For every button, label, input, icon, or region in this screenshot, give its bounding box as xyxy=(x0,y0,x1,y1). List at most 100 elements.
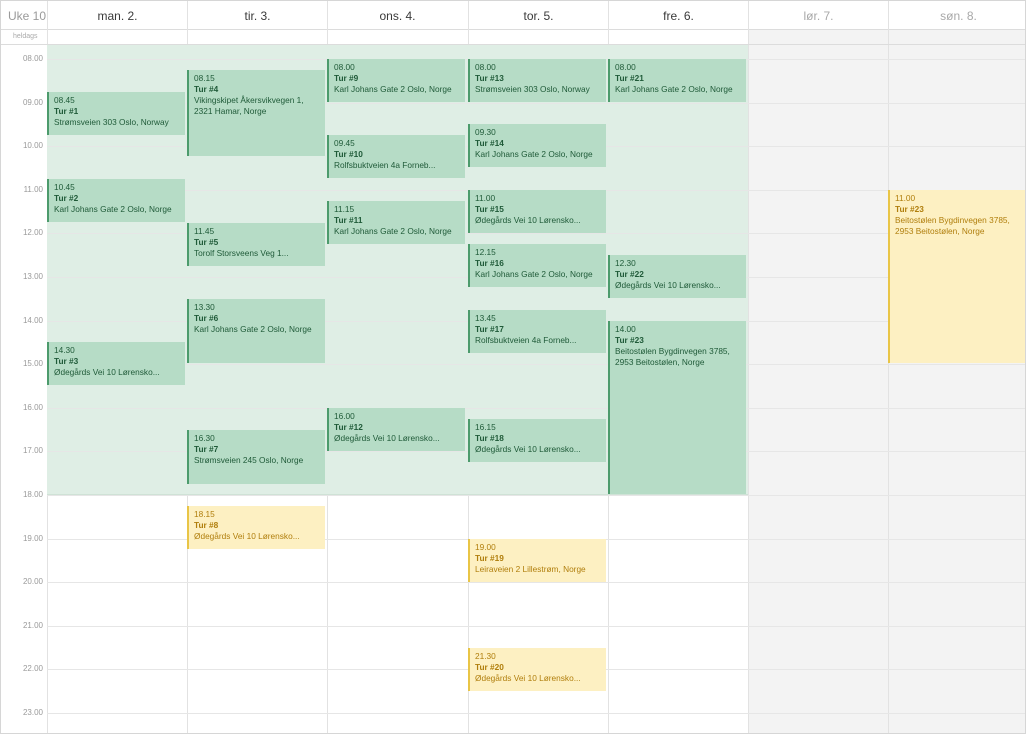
calendar-header: Uke 10 man. 2. tir. 3. ons. 4. tor. 5. fre. … xyxy=(1,1,1025,30)
event-block[interactable]: 12.15 Tur #16 Karl Johans Gate 2 Oslo, Nor… xyxy=(468,244,606,287)
event-block[interactable]: 16.00 Tur #12 Ødegårds Vei 10 Lørensko... xyxy=(327,408,465,451)
time-label: 20.00 xyxy=(22,577,43,586)
event-address: Ødegårds Vei 10 Lørensko... xyxy=(615,280,721,290)
time-label: 15.00 xyxy=(22,359,43,368)
event-title: Tur #23 xyxy=(895,204,924,214)
event-block[interactable]: 19.00 Tur #19 Leiraveien 2 Lillestrøm, Nor… xyxy=(468,539,606,582)
event-time: 18.15 xyxy=(194,509,215,519)
event-address: Strømsveien 245 Oslo, Norge xyxy=(194,455,304,465)
event-address: Karl Johans Gate 2 Oslo, Norge xyxy=(475,149,593,159)
event-time: 13.45 xyxy=(475,313,496,323)
event-time: 10.45 xyxy=(54,182,75,192)
event-block[interactable]: 09.30 Tur #14 Karl Johans Gate 2 Oslo, Nor… xyxy=(468,124,606,167)
event-block[interactable]: 11.00 Tur #15 Ødegårds Vei 10 Lørensko... xyxy=(468,190,606,233)
event-title: Tur #13 xyxy=(475,73,504,83)
event-time: 12.30 xyxy=(615,258,636,268)
event-address: Ødegårds Vei 10 Lørensko... xyxy=(475,444,581,454)
event-title: Tur #2 xyxy=(54,193,79,203)
event-title: Tur #3 xyxy=(54,356,79,366)
event-block[interactable]: 08.15 Tur #4 Vikingskipet Åkersvikvegen 1,… xyxy=(187,70,325,156)
time-label: 16.00 xyxy=(22,403,43,412)
event-address: Ødegårds Vei 10 Lørensko... xyxy=(54,367,160,377)
event-block[interactable]: 12.30 Tur #22 Ødegårds Vei 10 Lørensko... xyxy=(608,255,746,298)
event-title: Tur #17 xyxy=(475,324,504,334)
event-title: Tur #10 xyxy=(334,149,363,159)
day-header[interactable]: søn. 8. xyxy=(888,1,1025,30)
event-title: Tur #18 xyxy=(475,433,504,443)
event-block[interactable]: 08.00 Tur #21 Karl Johans Gate 2 Oslo, Nor… xyxy=(608,59,746,102)
time-label: 12.00 xyxy=(22,228,43,237)
time-label: 08.00 xyxy=(22,54,43,63)
event-time: 12.15 xyxy=(475,247,496,257)
event-title: Tur #9 xyxy=(334,73,359,83)
day-header[interactable]: fre. 6. xyxy=(608,1,748,30)
hour-line xyxy=(47,582,1025,583)
event-address: Karl Johans Gate 2 Oslo, Norge xyxy=(334,84,452,94)
week-calendar: 08.00 09.00 10.00 11.00 12.00 13.00 14.00 15.00… xyxy=(0,0,1026,734)
hour-line xyxy=(47,408,1025,409)
week-label: Uke 10 xyxy=(8,9,47,23)
event-block[interactable]: 09.45 Tur #10 Rolfsbuktveien 4a Forneb... xyxy=(327,135,465,178)
hour-line xyxy=(47,713,1025,714)
time-label: 21.00 xyxy=(22,621,43,630)
event-time: 11.00 xyxy=(475,193,496,203)
event-block[interactable]: 08.00 Tur #9 Karl Johans Gate 2 Oslo, Norg… xyxy=(327,59,465,102)
event-address: Beitostølen Bygdinvegen 3785, 2953 Beito… xyxy=(615,346,730,367)
hour-line xyxy=(47,495,1025,496)
day-header[interactable]: lør. 7. xyxy=(748,1,888,30)
event-title: Tur #5 xyxy=(194,237,219,247)
event-block[interactable]: 16.15 Tur #18 Ødegårds Vei 10 Lørensko... xyxy=(468,419,606,462)
event-title: Tur #11 xyxy=(334,215,363,225)
event-time: 21.30 xyxy=(475,651,496,661)
event-title: Tur #7 xyxy=(194,444,219,454)
time-label: 18.00 xyxy=(22,490,43,499)
event-time: 16.30 xyxy=(194,433,215,443)
event-block[interactable]: 16.30 Tur #7 Strømsveien 245 Oslo, Norge xyxy=(187,430,325,484)
event-address: Ødegårds Vei 10 Lørensko... xyxy=(475,673,581,683)
day-column[interactable] xyxy=(748,30,888,733)
event-title: Tur #21 xyxy=(615,73,644,83)
all-day-label: heldags xyxy=(13,33,38,40)
event-block[interactable]: 18.15 Tur #8 Ødegårds Vei 10 Lørensko... xyxy=(187,506,325,549)
event-block[interactable]: 11.15 Tur #11 Karl Johans Gate 2 Oslo, Nor… xyxy=(327,201,465,244)
time-label: 10.00 xyxy=(22,141,43,150)
event-address: Torolf Storsveens Veg 1... xyxy=(194,248,289,258)
event-block[interactable]: 11.00 Tur #23 Beitostølen Bygdinvegen 3785… xyxy=(888,190,1025,363)
event-address: Rolfsbuktveien 4a Forneb... xyxy=(334,160,436,170)
event-time: 14.00 xyxy=(615,324,636,334)
event-block[interactable]: 13.45 Tur #17 Rolfsbuktveien 4a Forneb... xyxy=(468,310,606,353)
event-address: Karl Johans Gate 2 Oslo, Norge xyxy=(615,84,733,94)
event-block[interactable]: 14.30 Tur #3 Ødegårds Vei 10 Lørensko... xyxy=(47,342,185,385)
event-block[interactable]: 08.45 Tur #1 Strømsveien 303 Oslo, Norway xyxy=(47,92,185,135)
event-block[interactable]: 14.00 Tur #23 Beitostølen Bygdinvegen 3785… xyxy=(608,321,746,494)
event-address: Karl Johans Gate 2 Oslo, Norge xyxy=(194,324,312,334)
event-block[interactable]: 08.00 Tur #13 Strømsveien 303 Oslo, Norway xyxy=(468,59,606,102)
day-column[interactable] xyxy=(888,30,1025,733)
event-address: Strømsveien 303 Oslo, Norway xyxy=(54,117,169,127)
event-block[interactable]: 11.45 Tur #5 Torolf Storsveens Veg 1... xyxy=(187,223,325,266)
time-label: 11.00 xyxy=(23,185,43,194)
event-title: Tur #8 xyxy=(194,520,219,530)
event-block[interactable]: 21.30 Tur #20 Ødegårds Vei 10 Lørensko... xyxy=(468,648,606,691)
event-address: Leiraveien 2 Lillestrøm, Norge xyxy=(475,564,586,574)
event-block[interactable]: 10.45 Tur #2 Karl Johans Gate 2 Oslo, Norg… xyxy=(47,179,185,222)
time-label: 09.00 xyxy=(22,98,43,107)
event-time: 19.00 xyxy=(475,542,496,552)
event-title: Tur #6 xyxy=(194,313,219,323)
event-time: 16.00 xyxy=(334,411,355,421)
time-label: 23.00 xyxy=(22,708,43,717)
event-address: Strømsveien 303 Oslo, Norway xyxy=(475,84,590,94)
event-time: 08.00 xyxy=(615,62,636,72)
time-label: 17.00 xyxy=(22,446,43,455)
event-time: 09.30 xyxy=(475,127,496,137)
event-address: Rolfsbuktveien 4a Forneb... xyxy=(475,335,577,345)
day-header[interactable]: tir. 3. xyxy=(187,1,327,30)
event-address: Beitostølen Bygdinvegen 3785, 2953 Beito… xyxy=(895,215,1010,236)
day-header[interactable]: man. 2. xyxy=(47,1,187,30)
event-block[interactable]: 13.30 Tur #6 Karl Johans Gate 2 Oslo, Norg… xyxy=(187,299,325,363)
day-header[interactable]: ons. 4. xyxy=(327,1,467,30)
event-title: Tur #4 xyxy=(194,84,219,94)
day-header[interactable]: tor. 5. xyxy=(468,1,608,30)
event-title: Tur #15 xyxy=(475,204,504,214)
event-address: Ødegårds Vei 10 Lørensko... xyxy=(475,215,581,225)
